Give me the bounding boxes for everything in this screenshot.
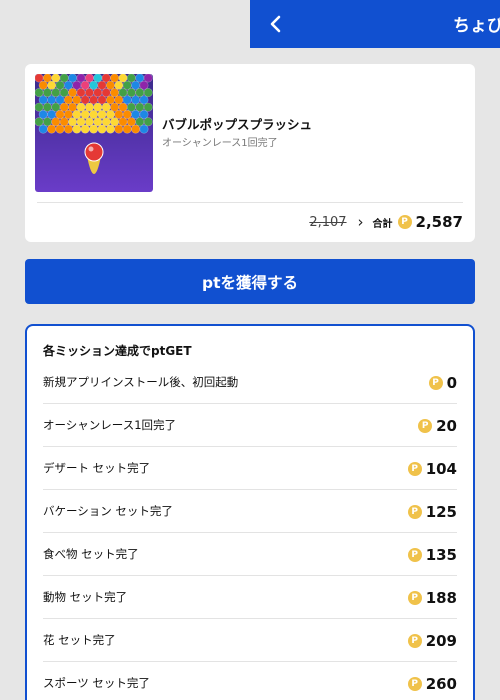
total-label: 合計 — [372, 218, 393, 230]
mission-row: 動物 セット完了 P 188 — [43, 576, 457, 619]
mission-label: バケーション セット完了 — [43, 504, 173, 518]
mission-card: 各ミッション達成でptGET 新規アプリインストール後、初回起動 P0 オーシャ… — [25, 324, 475, 700]
mission-points: 260 — [425, 675, 457, 693]
coin-icon: P — [428, 376, 443, 390]
app-name: バブルポップスプラッシュ — [162, 117, 313, 132]
coin-icon: P — [418, 419, 433, 433]
app-card: バブルポップスプラッシュ オーシャンレース1回完了 2,107 › 合計 P 2… — [25, 64, 475, 242]
app-description: オーシャンレース1回完了 — [162, 138, 278, 149]
mission-points: 188 — [425, 589, 457, 607]
coin-icon: P — [407, 591, 422, 605]
mission-points: 135 — [425, 546, 457, 564]
mission-points: 209 — [425, 632, 457, 650]
mission-row: オーシャンレース1回完了 P 20 — [43, 404, 457, 447]
get-points-button[interactable]: ptを獲得する — [25, 259, 475, 304]
mission-label: スポーツ セット完了 — [43, 676, 150, 690]
mission-points: 125 — [425, 503, 457, 521]
coin-icon: P — [407, 462, 422, 476]
mission-row: 花 セット完了 P 209 — [43, 619, 457, 662]
back-button[interactable] — [264, 12, 288, 36]
mission-points: 104 — [425, 460, 457, 478]
mission-label: オーシャンレース1回完了 — [43, 418, 177, 432]
coin-icon: P — [407, 548, 422, 562]
mission-row: 食べ物 セット完了 P 135 — [43, 533, 457, 576]
mission-label: 新規アプリインストール後、初回起動 — [43, 375, 239, 389]
coin-icon: P — [397, 215, 412, 229]
mission-list: 新規アプリインストール後、初回起動 P0 オーシャンレース1回完了 P 20 デザ… — [43, 361, 457, 700]
mission-label: 花 セット完了 — [43, 633, 116, 647]
coin-icon: P — [407, 677, 422, 691]
bubble-game-icon — [35, 74, 153, 192]
mission-points: 0 — [446, 374, 457, 392]
mission-row: バケーション セット完了 P 125 — [43, 490, 457, 533]
app-icon[interactable] — [35, 74, 153, 192]
divider — [37, 202, 463, 203]
mission-label: 食べ物 セット完了 — [43, 547, 139, 561]
mission-heading: 各ミッション達成でptGET — [43, 344, 192, 358]
mission-row: デザート セット完了 P 104 — [43, 447, 457, 490]
old-points: 2,107 — [309, 214, 347, 230]
mission-points: 20 — [436, 417, 457, 435]
total-points: 2,587 — [415, 213, 463, 231]
chevron-right-icon: › — [357, 213, 364, 231]
coin-icon: P — [407, 634, 422, 648]
page-title: ちょび — [453, 16, 500, 36]
coin-icon: P — [407, 505, 422, 519]
top-bar: ちょび — [250, 0, 500, 48]
points-summary: 2,107 › 合計 P 2,587 — [309, 211, 463, 233]
mission-row: 新規アプリインストール後、初回起動 P0 — [43, 361, 457, 404]
mission-row: スポーツ セット完了 P 260 — [43, 662, 457, 700]
chevron-left-icon — [270, 15, 281, 33]
mission-label: 動物 セット完了 — [43, 590, 128, 604]
mission-label: デザート セット完了 — [43, 461, 151, 475]
